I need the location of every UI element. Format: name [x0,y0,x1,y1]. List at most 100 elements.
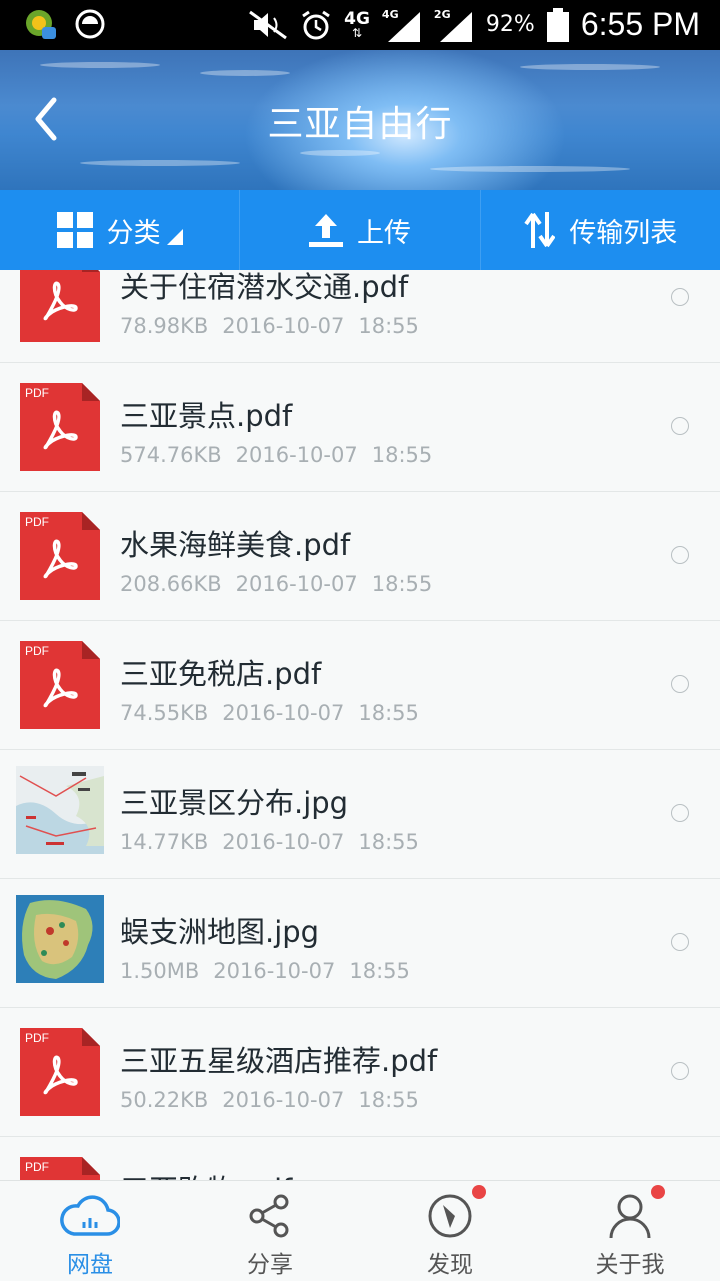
signal-icon: 4G [382,8,422,42]
file-time: 18:55 [358,314,419,338]
file-row[interactable]: PDF 三亚购物.pdf [0,1137,720,1180]
image-thumbnail [16,895,104,987]
file-row[interactable]: 三亚景区分布.jpg 14.77KB 2016-10-07 18:55 [0,750,720,879]
select-radio[interactable] [671,933,689,951]
file-name: 蜈支洲地图.jpg [120,915,320,949]
select-radio[interactable] [671,804,689,822]
signal-2g-icon: 2G [434,8,474,42]
grid-icon [56,212,93,248]
share-icon [249,1194,289,1238]
cloud-icon [60,1195,120,1236]
file-size: 208.66KB [120,572,222,596]
file-meta: 208.66KB 2016-10-07 18:55 [120,572,446,596]
pdf-file-icon: PDF [20,270,100,342]
nav-label: 分享 [247,1252,293,1278]
file-name: 三亚五星级酒店推荐.pdf [120,1044,438,1078]
file-name: 三亚购物.pdf [120,1167,292,1180]
file-date: 2016-10-07 [222,1088,345,1112]
status-bar: 4G ⇅ 4G 2G 92% 6:55 PM [0,0,720,50]
file-row[interactable]: PDF 水果海鲜美食.pdf 208.66KB 2016-10-07 18:55 [0,492,720,621]
file-date: 2016-10-07 [213,959,336,983]
file-date: 2016-10-07 [222,701,345,725]
select-radio[interactable] [671,546,689,564]
image-thumbnail [16,766,104,858]
pdf-file-icon: PDF [20,512,100,600]
file-date: 2016-10-07 [235,572,358,596]
file-row[interactable]: PDF 三亚免税店.pdf 74.55KB 2016-10-07 18:55 [0,621,720,750]
file-list-inner: PDF关于住宿潜水交通.pdf78.98KB2016-10-0718:55PDF… [0,270,720,1180]
file-date: 2016-10-07 [222,314,345,338]
nav-label: 网盘 [67,1252,113,1278]
category-label: 分类 [106,217,161,249]
file-row[interactable]: PDF 三亚景点.pdf 574.76KB 2016-10-07 18:55 [0,363,720,492]
file-meta: 50.22KB 2016-10-07 18:55 [120,1088,433,1112]
notification-badge [472,1185,486,1199]
notification-badge [651,1185,665,1199]
page-title: 三亚自由行 [267,104,453,145]
select-radio[interactable] [671,1062,689,1080]
file-meta: 14.77KB 2016-10-07 18:55 [120,830,433,854]
file-date: 2016-10-07 [222,830,345,854]
alarm-icon [302,10,330,39]
bottom-navigation: 网盘 分享 发现 关于我 [0,1180,720,1281]
header: 三亚自由行 [0,50,720,190]
clock: 6:55 PM [580,6,700,42]
upload-icon [308,214,343,247]
sync-icon [75,9,105,39]
file-size: 78.98KB [120,314,209,338]
battery-icon [546,7,569,42]
file-list[interactable]: PDF关于住宿潜水交通.pdf78.98KB2016-10-0718:55PDF… [0,270,720,1180]
file-name: 水果海鲜美食.pdf [120,528,351,562]
select-radio[interactable] [671,288,689,306]
upload-label: 上传 [356,217,411,249]
file-meta: 1.50MB 2016-10-07 18:55 [120,959,424,983]
file-time: 18:55 [358,830,419,854]
file-time: 18:55 [349,959,410,983]
file-time: 18:55 [358,1088,419,1112]
app-notification-icon [26,10,56,39]
pdf-file-icon: PDF [20,1028,100,1116]
pdf-file-icon: PDF [20,641,100,729]
nav-item-share[interactable]: 分享 [180,1181,360,1281]
pdf-file-icon: PDF [20,1157,100,1180]
transfer-arrows-icon [524,212,556,248]
dropdown-triangle-icon [166,229,183,245]
nav-label: 发现 [427,1252,473,1278]
nav-item-netdisk[interactable]: 网盘 [0,1181,180,1281]
file-date: 2016-10-07 [235,443,358,467]
user-icon [609,1194,651,1239]
file-row[interactable]: PDF 三亚五星级酒店推荐.pdf 50.22KB 2016-10-07 18:55 [0,1008,720,1137]
mute-icon [249,10,288,39]
nav-item-discover[interactable]: 发现 [360,1181,540,1281]
select-radio[interactable] [671,675,689,693]
select-radio[interactable] [671,417,689,435]
file-meta: 574.76KB 2016-10-07 18:55 [120,443,446,467]
file-name: 三亚景点.pdf [120,399,293,433]
file-name: 关于住宿潜水交通.pdf [120,270,409,304]
file-time: 18:55 [358,701,419,725]
nav-item-about-me[interactable]: 关于我 [540,1181,720,1281]
file-size: 74.55KB [120,701,209,725]
file-meta: 78.98KB 2016-10-07 18:55 [120,314,433,338]
file-size: 574.76KB [120,443,222,467]
file-row[interactable]: PDF 关于住宿潜水交通.pdf 78.98KB 2016-10-07 18:55 [0,270,720,363]
transfer-list-button[interactable]: 传输列表 [481,190,720,270]
file-size: 14.77KB [120,830,209,854]
file-time: 18:55 [371,443,433,467]
file-row[interactable]: 蜈支洲地图.jpg 1.50MB 2016-10-07 18:55 [0,879,720,1008]
category-button[interactable]: 分类 [0,190,241,270]
file-name: 三亚免税店.pdf [120,657,322,691]
toolbar: 分类 上传 传输列表 [0,190,720,270]
file-size: 50.22KB [120,1088,209,1112]
battery-percent: 92% [485,12,535,37]
upload-button[interactable]: 上传 [240,190,481,270]
file-name: 三亚景区分布.jpg [120,786,349,820]
file-time: 18:55 [371,572,433,596]
transfer-list-label: 传输列表 [569,217,678,249]
network-type-label: 4G [344,8,370,29]
compass-icon [428,1194,472,1238]
file-size: 1.50MB [120,959,200,983]
file-meta: 74.55KB 2016-10-07 18:55 [120,701,433,725]
nav-label: 关于我 [595,1252,665,1278]
pdf-file-icon: PDF [20,383,100,471]
